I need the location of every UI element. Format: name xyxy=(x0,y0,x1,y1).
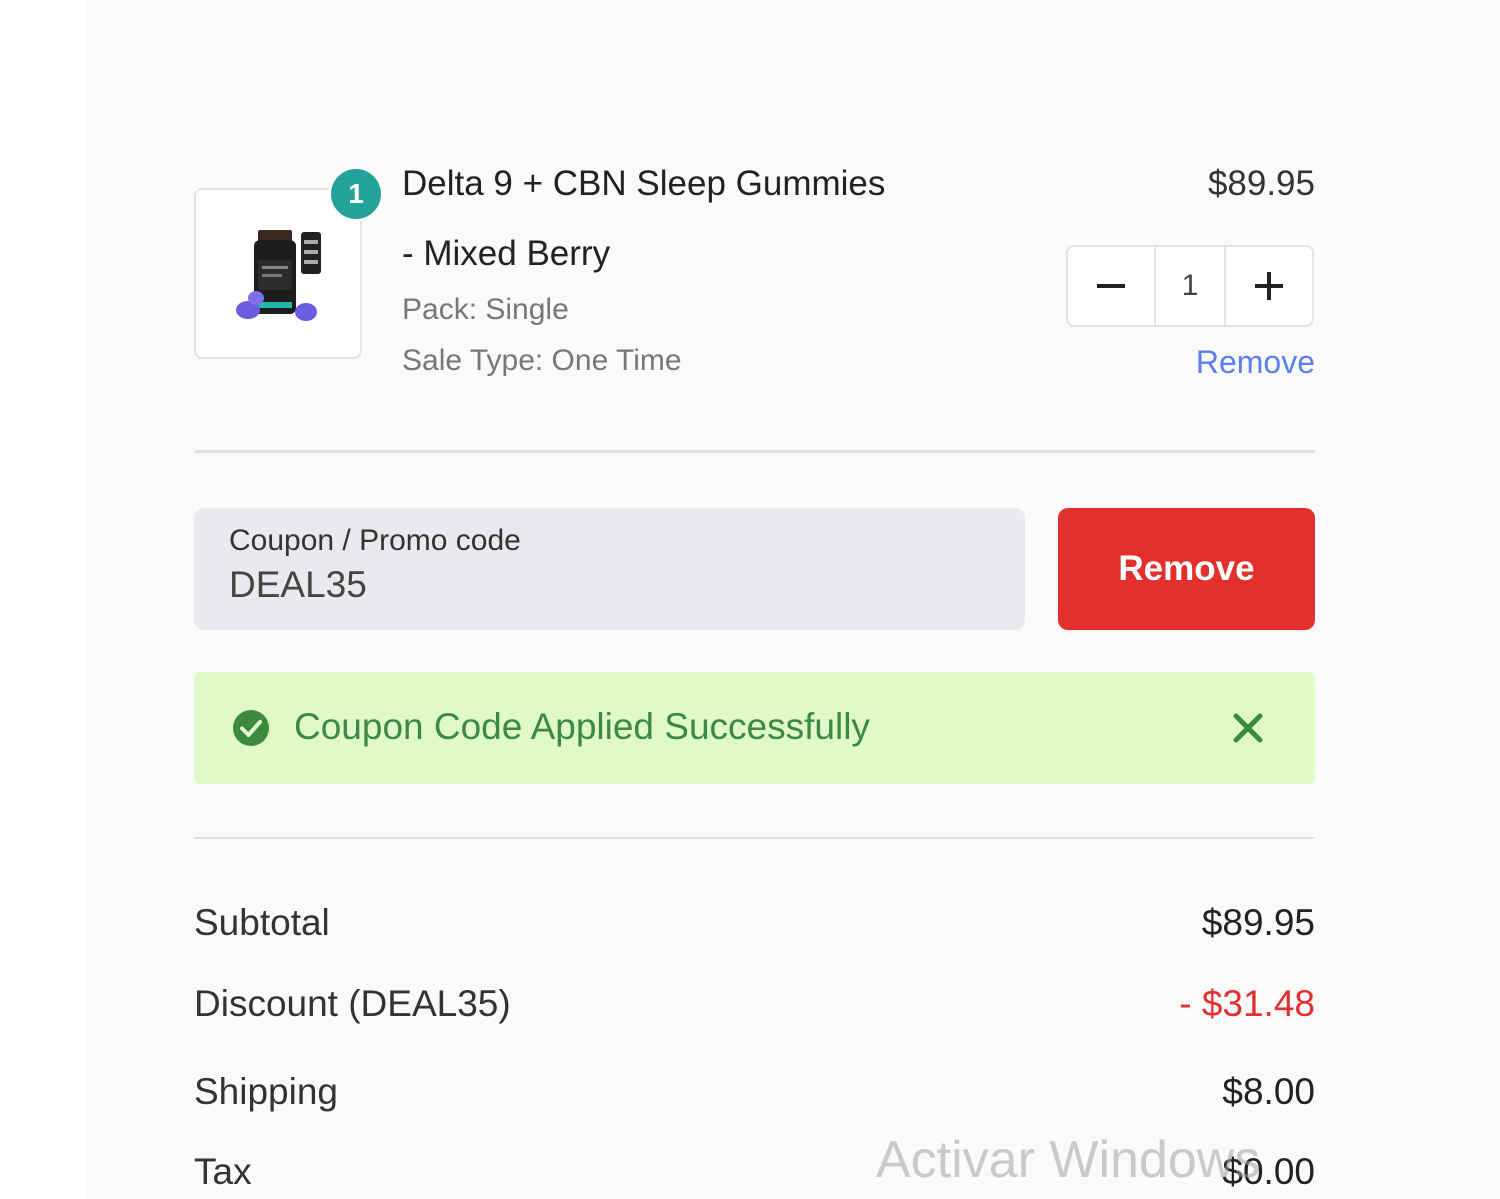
discount-label: Discount (DEAL35) xyxy=(194,983,511,1024)
product-title-line2: - Mixed Berry xyxy=(402,234,611,273)
quantity-stepper: 1 xyxy=(1066,245,1314,327)
increase-quantity-button[interactable] xyxy=(1226,247,1312,325)
check-circle-icon xyxy=(233,710,269,746)
coupon-input[interactable] xyxy=(229,564,990,606)
windows-activation-watermark: Activar Windows xyxy=(876,1131,1261,1189)
close-icon[interactable] xyxy=(1228,708,1268,748)
alert-message: Coupon Code Applied Successfully xyxy=(294,706,870,747)
divider xyxy=(194,837,1315,839)
coupon-label: Coupon / Promo code xyxy=(229,524,521,557)
subtotal-value: $89.95 xyxy=(1201,902,1315,943)
product-title-line1: Delta 9 + CBN Sleep Gummies xyxy=(402,164,886,203)
minus-icon xyxy=(1097,284,1125,288)
shipping-value: $8.00 xyxy=(1222,1071,1315,1112)
product-sale-type: Sale Type: One Time xyxy=(402,344,682,377)
discount-value: - $31.48 xyxy=(1179,983,1315,1024)
plus-icon xyxy=(1255,272,1283,300)
subtotal-label: Subtotal xyxy=(194,902,330,943)
cart-quantity-badge: 1 xyxy=(328,166,384,222)
remove-coupon-button[interactable]: Remove xyxy=(1058,508,1315,630)
product-price: $89.95 xyxy=(1207,164,1315,203)
coupon-field[interactable]: Coupon / Promo code xyxy=(194,508,1025,630)
quantity-value[interactable]: 1 xyxy=(1154,247,1226,325)
decrease-quantity-button[interactable] xyxy=(1068,247,1154,325)
product-pack: Pack: Single xyxy=(402,293,569,326)
divider xyxy=(194,450,1315,453)
tax-label: Tax xyxy=(194,1151,252,1192)
shipping-label: Shipping xyxy=(194,1071,339,1112)
success-alert: Coupon Code Applied Successfully xyxy=(194,672,1315,784)
remove-item-link[interactable]: Remove xyxy=(1196,344,1315,381)
